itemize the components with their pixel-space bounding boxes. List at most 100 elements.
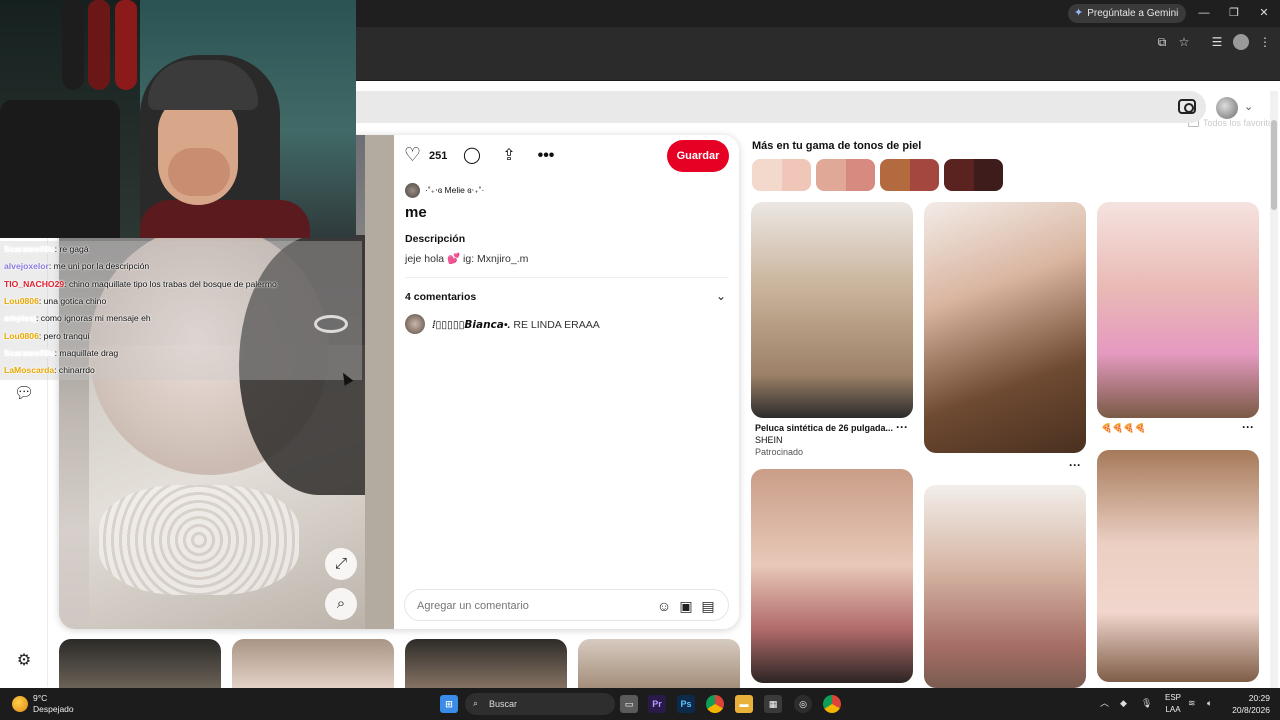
chat-text: : una gotica chino — [38, 295, 107, 306]
grid-pin[interactable] — [59, 639, 221, 688]
profile-avatar-icon[interactable] — [1233, 34, 1249, 50]
photoshop-icon[interactable]: Ps — [677, 695, 695, 713]
scrollbar-thumb[interactable] — [1271, 120, 1277, 210]
streamer-shirt — [140, 200, 310, 238]
network-tray-icon[interactable]: ◆ — [1120, 697, 1127, 709]
volume-icon[interactable]: 🔈︎ — [1207, 697, 1212, 709]
chat-username: ampissj — [4, 313, 37, 324]
swatch-color — [816, 159, 846, 191]
streamer-hand — [168, 148, 230, 196]
clock[interactable]: 20:29 20/8/2026 — [1222, 692, 1270, 716]
search-icon: ⌕ — [473, 698, 479, 708]
swatch-color — [752, 159, 782, 191]
related-pin[interactable] — [924, 485, 1086, 688]
menu-kebab-icon[interactable]: ⋮ — [1257, 34, 1273, 50]
more-options-icon[interactable]: ··· — [1242, 420, 1254, 434]
ad-brand[interactable]: SHEIN — [755, 435, 783, 446]
commenter-avatar[interactable] — [405, 314, 425, 334]
chat-username: Lou0806 — [4, 330, 39, 341]
grid-pin[interactable] — [405, 639, 567, 688]
all-bookmarks-label: Todos los favoritos — [1203, 118, 1278, 128]
grid-pin[interactable] — [578, 639, 740, 688]
chat-message: TIO_NACHO29: chino maquillate tipo los t… — [4, 276, 277, 293]
heart-icon[interactable]: ♡ — [404, 146, 424, 166]
all-bookmarks-button[interactable]: Todos los favoritos — [1188, 118, 1278, 128]
windows-start-icon[interactable]: ⊞ — [440, 695, 458, 713]
chat-username: Lou0806 — [4, 295, 39, 306]
sponsored-label: Patrocinado — [755, 447, 804, 457]
description-text: jeje hola 💕 ig: Mxnjiro_.m — [405, 253, 529, 265]
chat-message: Lou0806: pero tranqui — [4, 328, 90, 345]
install-app-icon[interactable]: ⧉ — [1154, 34, 1170, 50]
chevron-down-icon[interactable]: ⌄ — [716, 289, 726, 303]
weather-icon[interactable] — [12, 696, 28, 712]
comment-username[interactable]: ⁞▯▯▯▯▯𝘽𝙞𝙖𝙣𝙘𝙖•. — [432, 319, 510, 331]
chat-message: alvejoxelor: me uni por la descripción — [4, 258, 149, 275]
chrome-active-icon[interactable] — [823, 695, 841, 713]
sticker-icon[interactable]: ▣ — [677, 597, 695, 615]
settings-gear-icon[interactable]: ⚙ — [14, 651, 34, 671]
more-options-icon[interactable]: ··· — [896, 420, 908, 434]
visual-search-camera-icon[interactable] — [1178, 99, 1196, 114]
related-pin[interactable] — [751, 469, 913, 683]
image-upload-icon[interactable]: ▤ — [699, 597, 717, 615]
bookmark-star-icon[interactable]: ☆ — [1176, 34, 1192, 50]
related-pin[interactable] — [1097, 450, 1259, 682]
author-name[interactable]: ·˚₊‧ɞ Melie ɞ‧₊˚· — [425, 184, 484, 197]
premiere-icon[interactable]: Pr — [648, 695, 666, 713]
swatch-color — [909, 159, 939, 191]
more-options-icon[interactable]: ··· — [1069, 458, 1081, 472]
skin-tone-swatch[interactable] — [880, 159, 939, 191]
tray-overflow-icon[interactable]: ︿ — [1100, 697, 1109, 709]
avatar[interactable] — [1216, 97, 1238, 119]
chat-text: : chinarrdo — [54, 365, 95, 376]
chevron-down-icon[interactable]: ⌄ — [1244, 100, 1253, 113]
date: 20/8/2026 — [1232, 705, 1270, 715]
chrome-icon[interactable] — [706, 695, 724, 713]
swatch-color — [880, 159, 910, 191]
search-input[interactable] — [356, 91, 1206, 123]
photo-lace — [99, 485, 299, 595]
comment-icon[interactable]: ◯ — [462, 146, 482, 166]
skin-tone-swatch[interactable] — [944, 159, 1003, 191]
grid-pin[interactable] — [232, 639, 394, 688]
gemini-button[interactable]: ✦ Pregúntale a Gemini — [1068, 4, 1187, 23]
close-icon[interactable]: ✕ — [1256, 5, 1272, 21]
skin-tone-swatch[interactable] — [752, 159, 811, 191]
swatch-color — [781, 159, 811, 191]
share-icon[interactable]: ⇪ — [499, 146, 519, 166]
file-explorer-icon[interactable]: ▬ — [735, 695, 753, 713]
ad-title[interactable]: Peluca sintética de 26 pulgada... — [755, 423, 893, 434]
microphone-icon[interactable]: 🎙︎ — [1141, 697, 1152, 709]
author-avatar[interactable] — [405, 183, 420, 198]
guitar — [88, 0, 110, 90]
comment-input[interactable]: Agregar un comentario ☺ ▣ ▤ — [404, 589, 729, 621]
related-pin[interactable] — [1097, 202, 1259, 418]
store-icon[interactable]: ▦ — [764, 695, 782, 713]
more-options-icon[interactable]: ••• — [536, 146, 556, 166]
chat-message: Lou0806: una gotica chino — [4, 293, 106, 310]
reading-list-icon[interactable]: ☰ — [1209, 34, 1225, 50]
chat-message: ampissj: como ignoras mi mensaje eh — [4, 310, 151, 327]
related-pin[interactable] — [924, 202, 1086, 453]
taskbar-search[interactable] — [465, 693, 615, 715]
expand-icon[interactable]: ⤢ — [325, 548, 357, 580]
restore-icon[interactable]: ❐ — [1226, 5, 1242, 21]
weather-widget[interactable]: 9°C Despejado — [33, 693, 74, 715]
comments-heading[interactable]: 4 comentarios — [405, 290, 476, 304]
steam-icon[interactable]: ◎ — [794, 695, 812, 713]
chat-username: TIO_NACHO29 — [4, 278, 65, 289]
skin-tone-swatch[interactable] — [816, 159, 875, 191]
task-view-icon[interactable]: ▭ — [620, 695, 638, 713]
wifi-icon[interactable]: ≋ — [1188, 697, 1196, 709]
visual-search-icon[interactable]: ⌕ — [325, 588, 357, 620]
messages-icon[interactable]: 💬︎ — [14, 384, 34, 404]
gaming-chair — [0, 100, 120, 238]
emoji-icon[interactable]: ☺ — [655, 597, 673, 615]
related-pin[interactable] — [751, 202, 913, 418]
pin-caption: 🍕🍕🍕🍕 — [1101, 423, 1146, 433]
language-indicator[interactable]: ESP LAA — [1162, 692, 1184, 716]
save-button[interactable]: Guardar — [667, 140, 729, 172]
minimize-icon[interactable]: — — [1196, 5, 1212, 21]
gemini-sparkle-icon: ✦ — [1074, 7, 1084, 19]
